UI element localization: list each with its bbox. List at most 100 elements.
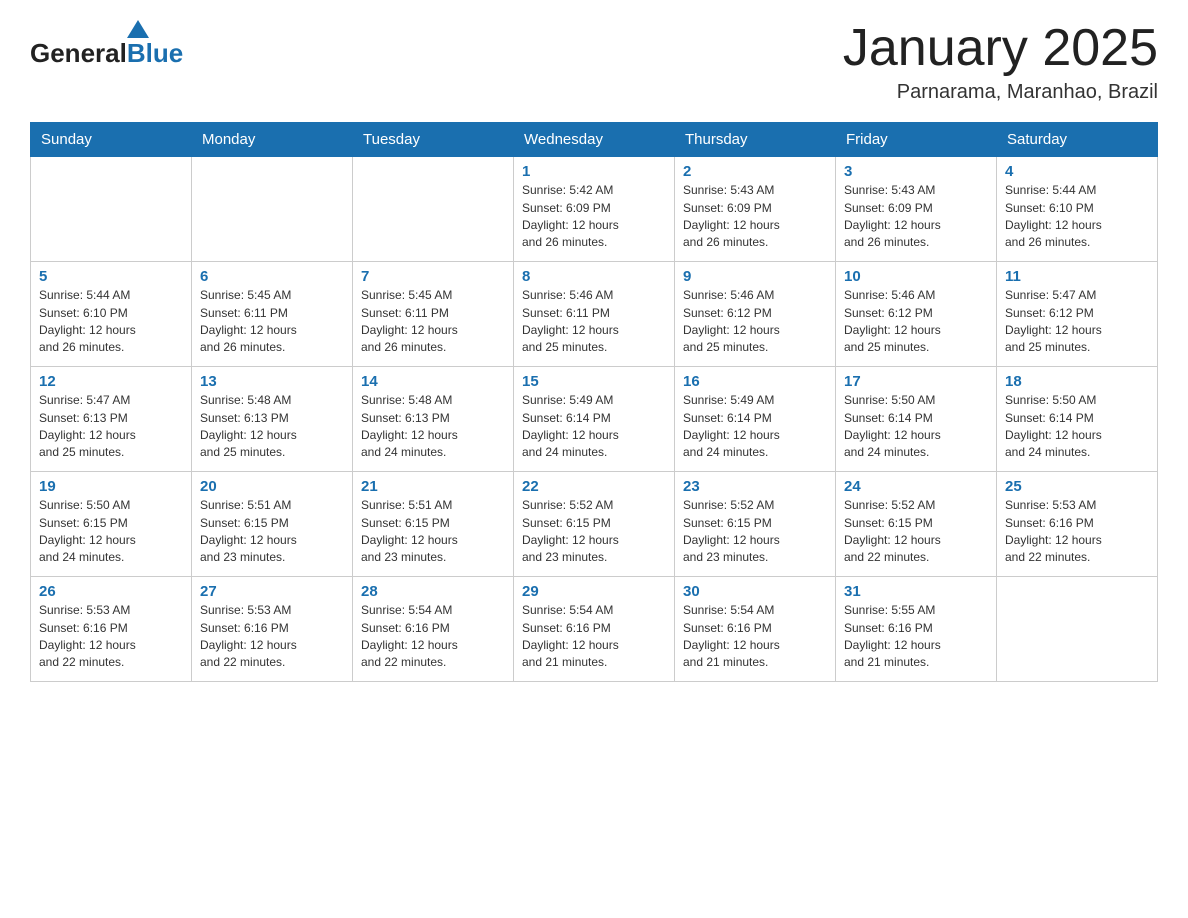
calendar-cell: 24Sunrise: 5:52 AM Sunset: 6:15 PM Dayli… bbox=[836, 472, 997, 577]
day-number: 16 bbox=[683, 373, 827, 390]
calendar-week-2: 5 Sunrise: 5:44 AM Sunset: 6:10 PM Daylig… bbox=[31, 262, 1158, 367]
calendar-cell: 3 Sunrise: 5:43 AM Sunset: 6:09 PM Daylig… bbox=[836, 157, 997, 262]
header-wednesday: Wednesday bbox=[514, 123, 675, 157]
calendar-title: January 2025 bbox=[843, 20, 1158, 77]
day-info: Sunrise: 5:50 AM Sunset: 6:14 PM Dayligh… bbox=[1005, 392, 1149, 462]
calendar-cell: 6Sunrise: 5:45 AM Sunset: 6:11 PM Daylig… bbox=[192, 262, 353, 367]
header-sunday: Sunday bbox=[31, 123, 192, 157]
calendar-cell bbox=[353, 157, 514, 262]
day-number: 15 bbox=[522, 373, 666, 390]
day-info: Sunrise: 5:46 AM Sunset: 6:11 PM Dayligh… bbox=[522, 287, 666, 357]
day-number: 11 bbox=[1005, 268, 1149, 285]
day-info: Sunrise: 5:44 AM Sunset: 6:10 PM Dayligh… bbox=[39, 287, 183, 357]
calendar-cell: 30 Sunrise: 5:54 AM Sunset: 6:16 PM Dayli… bbox=[675, 577, 836, 682]
calendar-cell bbox=[192, 157, 353, 262]
day-number: 21 bbox=[361, 478, 505, 495]
calendar-cell: 9 Sunrise: 5:46 AM Sunset: 6:12 PM Daylig… bbox=[675, 262, 836, 367]
logo-blue-part: Blue bbox=[127, 20, 183, 69]
calendar-cell: 13 Sunrise: 5:48 AM Sunset: 6:13 PM Dayli… bbox=[192, 367, 353, 472]
calendar-cell: 29 Sunrise: 5:54 AM Sunset: 6:16 PM Dayli… bbox=[514, 577, 675, 682]
calendar-cell: 4 Sunrise: 5:44 AM Sunset: 6:10 PM Daylig… bbox=[997, 157, 1158, 262]
day-info: Sunrise: 5:47 AM Sunset: 6:13 PM Dayligh… bbox=[39, 392, 183, 462]
day-number: 13 bbox=[200, 373, 344, 390]
day-info: Sunrise: 5:44 AM Sunset: 6:10 PM Dayligh… bbox=[1005, 182, 1149, 252]
calendar-week-5: 26 Sunrise: 5:53 AM Sunset: 6:16 PM Dayli… bbox=[31, 577, 1158, 682]
logo-triangle-icon bbox=[127, 20, 149, 38]
header-tuesday: Tuesday bbox=[353, 123, 514, 157]
calendar-cell: 27 Sunrise: 5:53 AM Sunset: 6:16 PM Dayli… bbox=[192, 577, 353, 682]
day-info: Sunrise: 5:48 AM Sunset: 6:13 PM Dayligh… bbox=[200, 392, 344, 462]
page-header: General Blue January 2025 Parnarama, Mar… bbox=[30, 20, 1158, 104]
calendar-cell: 22 Sunrise: 5:52 AM Sunset: 6:15 PM Dayli… bbox=[514, 472, 675, 577]
day-info: Sunrise: 5:46 AM Sunset: 6:12 PM Dayligh… bbox=[844, 287, 988, 357]
calendar-cell: 17 Sunrise: 5:50 AM Sunset: 6:14 PM Dayli… bbox=[836, 367, 997, 472]
calendar-week-4: 19 Sunrise: 5:50 AM Sunset: 6:15 PM Dayli… bbox=[31, 472, 1158, 577]
day-info: Sunrise: 5:42 AM Sunset: 6:09 PM Dayligh… bbox=[522, 182, 666, 252]
logo-blue-text: Blue bbox=[127, 38, 183, 69]
day-number: 5 bbox=[39, 268, 183, 285]
day-number: 14 bbox=[361, 373, 505, 390]
calendar-cell: 11 Sunrise: 5:47 AM Sunset: 6:12 PM Dayli… bbox=[997, 262, 1158, 367]
calendar-cell: 21Sunrise: 5:51 AM Sunset: 6:15 PM Dayli… bbox=[353, 472, 514, 577]
calendar-cell: 23Sunrise: 5:52 AM Sunset: 6:15 PM Dayli… bbox=[675, 472, 836, 577]
day-number: 22 bbox=[522, 478, 666, 495]
day-info: Sunrise: 5:45 AM Sunset: 6:11 PM Dayligh… bbox=[200, 287, 344, 357]
day-number: 26 bbox=[39, 583, 183, 600]
day-number: 17 bbox=[844, 373, 988, 390]
calendar-cell bbox=[997, 577, 1158, 682]
day-info: Sunrise: 5:47 AM Sunset: 6:12 PM Dayligh… bbox=[1005, 287, 1149, 357]
day-info: Sunrise: 5:54 AM Sunset: 6:16 PM Dayligh… bbox=[683, 602, 827, 672]
day-info: Sunrise: 5:49 AM Sunset: 6:14 PM Dayligh… bbox=[522, 392, 666, 462]
day-info: Sunrise: 5:53 AM Sunset: 6:16 PM Dayligh… bbox=[39, 602, 183, 672]
day-info: Sunrise: 5:52 AM Sunset: 6:15 PM Dayligh… bbox=[844, 497, 988, 567]
header-monday: Monday bbox=[192, 123, 353, 157]
calendar-cell: 26 Sunrise: 5:53 AM Sunset: 6:16 PM Dayli… bbox=[31, 577, 192, 682]
calendar-table: SundayMondayTuesdayWednesdayThursdayFrid… bbox=[30, 122, 1158, 682]
day-number: 28 bbox=[361, 583, 505, 600]
calendar-cell: 14 Sunrise: 5:48 AM Sunset: 6:13 PM Dayli… bbox=[353, 367, 514, 472]
day-number: 20 bbox=[200, 478, 344, 495]
calendar-week-1: 1 Sunrise: 5:42 AM Sunset: 6:09 PM Daylig… bbox=[31, 157, 1158, 262]
day-info: Sunrise: 5:49 AM Sunset: 6:14 PM Dayligh… bbox=[683, 392, 827, 462]
day-info: Sunrise: 5:50 AM Sunset: 6:15 PM Dayligh… bbox=[39, 497, 183, 567]
day-info: Sunrise: 5:48 AM Sunset: 6:13 PM Dayligh… bbox=[361, 392, 505, 462]
day-info: Sunrise: 5:53 AM Sunset: 6:16 PM Dayligh… bbox=[200, 602, 344, 672]
header-friday: Friday bbox=[836, 123, 997, 157]
day-number: 19 bbox=[39, 478, 183, 495]
day-info: Sunrise: 5:55 AM Sunset: 6:16 PM Dayligh… bbox=[844, 602, 988, 672]
day-number: 23 bbox=[683, 478, 827, 495]
day-info: Sunrise: 5:43 AM Sunset: 6:09 PM Dayligh… bbox=[844, 182, 988, 252]
title-block: January 2025 Parnarama, Maranhao, Brazil bbox=[843, 20, 1158, 104]
calendar-cell: 1 Sunrise: 5:42 AM Sunset: 6:09 PM Daylig… bbox=[514, 157, 675, 262]
day-number: 18 bbox=[1005, 373, 1149, 390]
day-info: Sunrise: 5:54 AM Sunset: 6:16 PM Dayligh… bbox=[361, 602, 505, 672]
day-info: Sunrise: 5:54 AM Sunset: 6:16 PM Dayligh… bbox=[522, 602, 666, 672]
day-number: 30 bbox=[683, 583, 827, 600]
day-number: 3 bbox=[844, 163, 988, 180]
calendar-location: Parnarama, Maranhao, Brazil bbox=[843, 81, 1158, 104]
logo: General Blue bbox=[30, 20, 183, 69]
day-number: 7 bbox=[361, 268, 505, 285]
day-number: 29 bbox=[522, 583, 666, 600]
calendar-week-3: 12Sunrise: 5:47 AM Sunset: 6:13 PM Dayli… bbox=[31, 367, 1158, 472]
calendar-cell: 5 Sunrise: 5:44 AM Sunset: 6:10 PM Daylig… bbox=[31, 262, 192, 367]
calendar-cell bbox=[31, 157, 192, 262]
day-number: 1 bbox=[522, 163, 666, 180]
day-number: 10 bbox=[844, 268, 988, 285]
day-number: 9 bbox=[683, 268, 827, 285]
calendar-header-row: SundayMondayTuesdayWednesdayThursdayFrid… bbox=[31, 123, 1158, 157]
calendar-cell: 16 Sunrise: 5:49 AM Sunset: 6:14 PM Dayli… bbox=[675, 367, 836, 472]
day-number: 4 bbox=[1005, 163, 1149, 180]
calendar-cell: 8Sunrise: 5:46 AM Sunset: 6:11 PM Daylig… bbox=[514, 262, 675, 367]
day-info: Sunrise: 5:52 AM Sunset: 6:15 PM Dayligh… bbox=[522, 497, 666, 567]
header-thursday: Thursday bbox=[675, 123, 836, 157]
day-number: 25 bbox=[1005, 478, 1149, 495]
calendar-cell: 20 Sunrise: 5:51 AM Sunset: 6:15 PM Dayli… bbox=[192, 472, 353, 577]
day-number: 27 bbox=[200, 583, 344, 600]
day-info: Sunrise: 5:51 AM Sunset: 6:15 PM Dayligh… bbox=[200, 497, 344, 567]
day-info: Sunrise: 5:45 AM Sunset: 6:11 PM Dayligh… bbox=[361, 287, 505, 357]
day-info: Sunrise: 5:46 AM Sunset: 6:12 PM Dayligh… bbox=[683, 287, 827, 357]
calendar-cell: 28 Sunrise: 5:54 AM Sunset: 6:16 PM Dayli… bbox=[353, 577, 514, 682]
day-number: 2 bbox=[683, 163, 827, 180]
day-info: Sunrise: 5:50 AM Sunset: 6:14 PM Dayligh… bbox=[844, 392, 988, 462]
